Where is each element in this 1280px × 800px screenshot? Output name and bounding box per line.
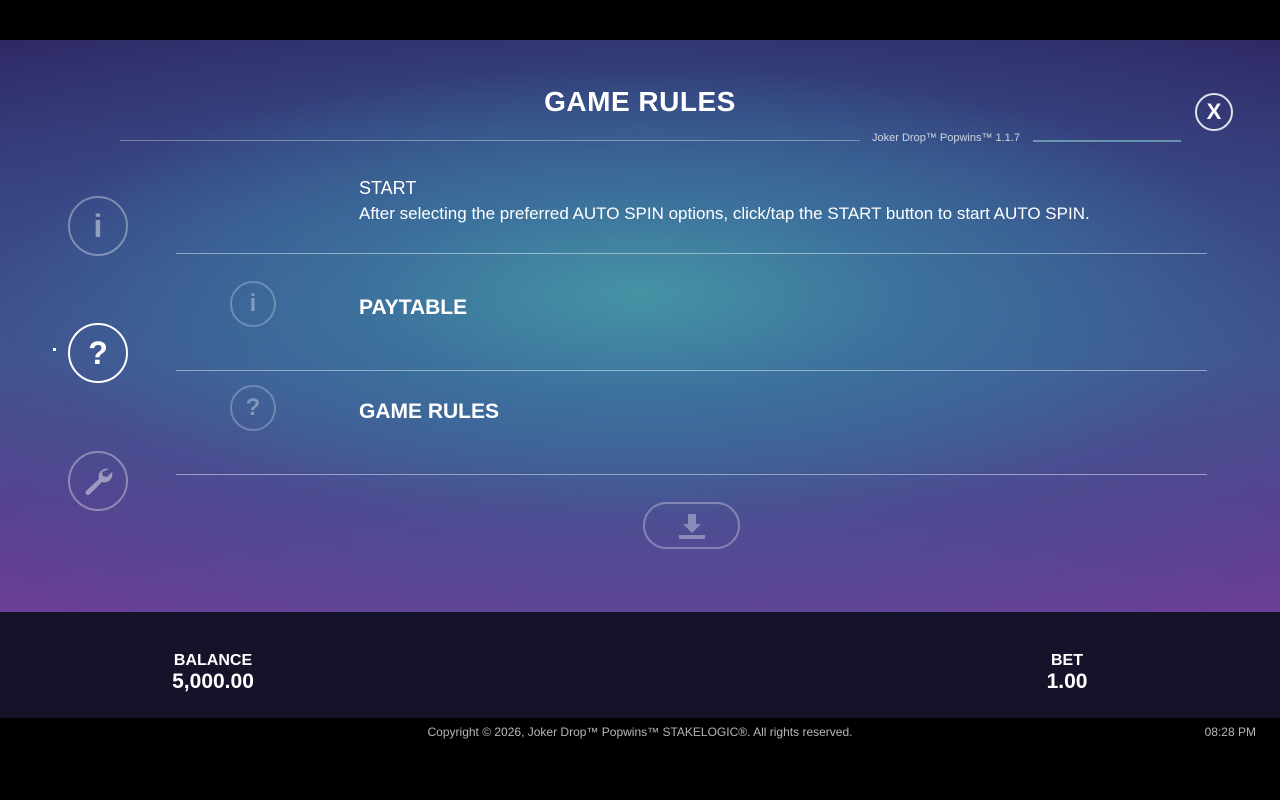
bet-display: BET 1.00 — [1017, 652, 1117, 694]
clock: 08:28 PM — [1204, 725, 1256, 739]
footer: Copyright © 2026, Joker Drop™ Popwins™ S… — [0, 718, 1280, 800]
info-icon: i — [93, 208, 103, 244]
question-icon: ? — [230, 385, 276, 431]
game-rules-link[interactable]: GAME RULES — [359, 400, 499, 424]
balance-display: BALANCE 5,000.00 — [153, 652, 273, 694]
page-title: GAME RULES — [544, 86, 736, 117]
close-button[interactable]: X — [1195, 93, 1233, 131]
divider — [176, 253, 1207, 254]
bet-label: BET — [1051, 652, 1083, 669]
title-divider-left — [120, 140, 860, 141]
version-label: Joker Drop™ Popwins™ 1.1.7 — [872, 132, 1020, 144]
question-icon: ? — [88, 335, 108, 371]
start-description: After selecting the preferred AUTO SPIN … — [359, 204, 1090, 223]
sidebar-rules-button[interactable]: ? — [68, 323, 128, 383]
status-bar: BALANCE 5,000.00 BET 1.00 — [0, 612, 1280, 718]
sidebar-info-button[interactable]: i — [68, 196, 128, 256]
download-icon — [678, 513, 705, 539]
balance-label: BALANCE — [173, 652, 253, 669]
paytable-link[interactable]: PAYTABLE — [359, 296, 467, 320]
active-indicator — [53, 348, 56, 351]
download-button[interactable] — [643, 502, 740, 549]
copyright-text: Copyright © 2026, Joker Drop™ Popwins™ S… — [427, 725, 853, 739]
info-icon: i — [230, 281, 276, 327]
bet-value: 1.00 — [1046, 670, 1088, 693]
divider — [176, 370, 1207, 371]
divider — [176, 474, 1207, 475]
start-heading: START — [359, 178, 417, 198]
game-rules-panel: GAME RULES X Joker Drop™ Popwins™ 1.1.7 … — [0, 40, 1280, 612]
sidebar-settings-button[interactable] — [68, 451, 128, 511]
top-bar — [0, 0, 1280, 40]
title-divider-right — [1033, 140, 1181, 142]
wrench-icon — [85, 468, 113, 495]
balance-value: 5,000.00 — [172, 670, 254, 693]
